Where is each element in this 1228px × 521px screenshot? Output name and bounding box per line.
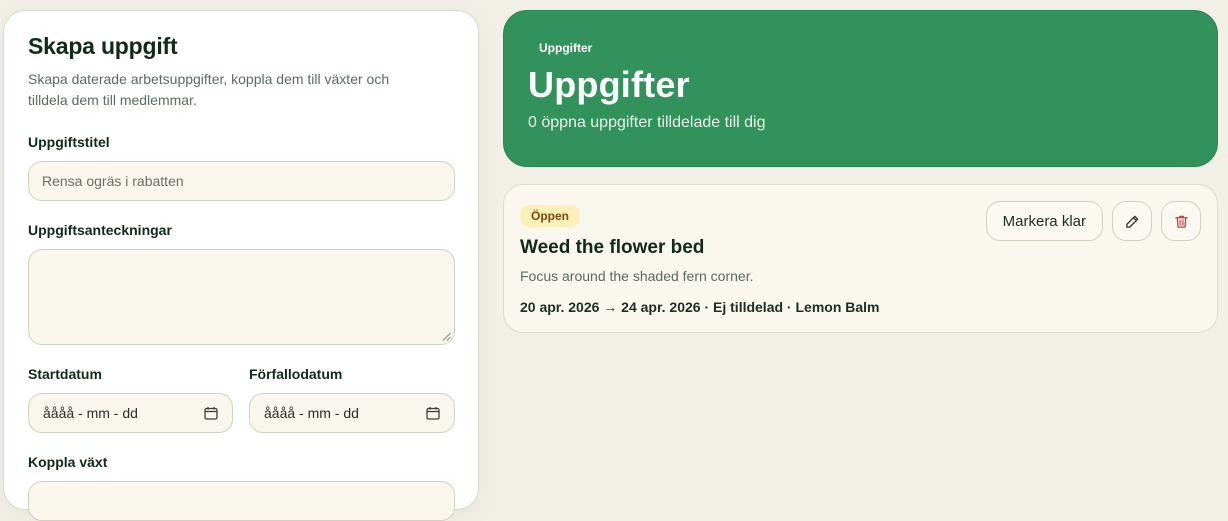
mark-complete-button[interactable]: Markera klar bbox=[985, 201, 1103, 241]
task-notes-label: Uppgiftsanteckningar bbox=[28, 222, 172, 238]
create-task-card: Skapa uppgift Skapa daterade arbetsuppgi… bbox=[3, 10, 479, 521]
resize-handle-icon[interactable] bbox=[442, 332, 451, 341]
due-date-input[interactable]: åååå - mm - dd bbox=[249, 393, 455, 433]
trash-icon bbox=[1174, 215, 1188, 228]
page-title: Uppgifter bbox=[528, 64, 690, 105]
calendar-icon[interactable] bbox=[204, 406, 218, 420]
task-card: Öppen Weed the flower bed Focus around t… bbox=[503, 184, 1218, 333]
tasks-hero-banner: Uppgifter Uppgifter 0 öppna uppgifter ti… bbox=[503, 10, 1218, 167]
hero-subtitle: 0 öppna uppgifter tilldelade till dig bbox=[528, 114, 766, 131]
pencil-icon bbox=[1125, 215, 1138, 228]
calendar-icon[interactable] bbox=[426, 406, 440, 420]
delete-task-button[interactable] bbox=[1161, 201, 1201, 241]
task-title-label: Uppgiftstitel bbox=[28, 134, 110, 150]
form-description: Skapa daterade arbetsuppgifter, koppla d… bbox=[28, 71, 390, 108]
status-badge: Öppen bbox=[520, 205, 580, 227]
task-notes-textarea[interactable] bbox=[28, 249, 455, 345]
start-date-label: Startdatum bbox=[28, 366, 102, 382]
due-date-placeholder: åååå - mm - dd bbox=[264, 405, 359, 421]
task-title-input[interactable]: Rensa ogräs i rabatten bbox=[28, 161, 455, 201]
link-plant-select[interactable] bbox=[28, 481, 455, 521]
start-date-placeholder: åååå - mm - dd bbox=[43, 405, 138, 421]
form-title: Skapa uppgift bbox=[28, 33, 178, 59]
task-meta: 20 apr. 2026 → 24 apr. 2026 · Ej tilldel… bbox=[520, 299, 880, 315]
task-actions: Markera klar bbox=[985, 201, 1201, 241]
hero-eyebrow: Uppgifter bbox=[539, 41, 593, 55]
task-notes: Focus around the shaded fern corner. bbox=[520, 268, 754, 284]
edit-task-button[interactable] bbox=[1112, 201, 1152, 241]
due-date-label: Förfallodatum bbox=[249, 366, 343, 382]
link-plant-label: Koppla växt bbox=[28, 454, 108, 470]
start-date-input[interactable]: åååå - mm - dd bbox=[28, 393, 233, 433]
task-title-placeholder: Rensa ogräs i rabatten bbox=[42, 173, 184, 189]
